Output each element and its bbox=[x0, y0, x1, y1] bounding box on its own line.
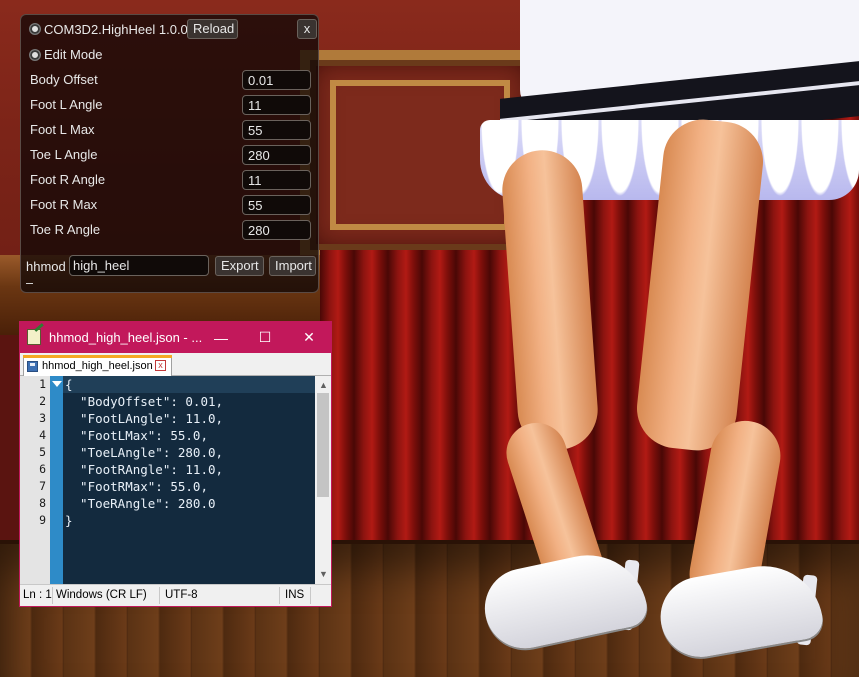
foot-l-angle-input[interactable] bbox=[242, 95, 311, 115]
notepad-titlebar[interactable]: hhmod_high_heel.json - ... — ☐ ✕ bbox=[20, 322, 331, 353]
field-label: Toe R Angle bbox=[30, 222, 101, 237]
edit-mode-toggle[interactable]: Edit Mode bbox=[29, 47, 103, 62]
line-number: 1 bbox=[39, 377, 46, 391]
resize-grip[interactable] bbox=[26, 283, 33, 284]
code-line: 5 "ToeLAngle": 280.0, bbox=[20, 444, 315, 461]
encoding: UTF-8 bbox=[165, 589, 198, 601]
maximize-button[interactable]: ☐ bbox=[243, 322, 287, 353]
window-close-button[interactable]: ✕ bbox=[287, 322, 331, 353]
code-line: 1 { bbox=[20, 376, 315, 393]
field-label: Body Offset bbox=[30, 72, 98, 87]
body-offset-input[interactable] bbox=[242, 70, 311, 90]
tab-hhmod-high-heel-json[interactable]: hhmod_high_heel.json x bbox=[23, 355, 172, 376]
notepad-window-title: hhmod_high_heel.json - ... bbox=[49, 330, 203, 345]
hhmod-label: hhmod bbox=[26, 259, 66, 274]
window-toggle-radio-icon[interactable] bbox=[29, 23, 41, 35]
vertical-scrollbar[interactable]: ▲ ▼ bbox=[315, 376, 331, 584]
import-button[interactable]: Import bbox=[269, 256, 316, 276]
foot-r-max-input[interactable] bbox=[242, 195, 311, 215]
insert-mode: INS bbox=[285, 589, 305, 601]
cursor-position: Ln : 1 bbox=[23, 589, 52, 601]
status-bar: Ln : 1 Windows (CR LF) UTF-8 INS bbox=[20, 584, 331, 606]
tab-close-icon[interactable]: x bbox=[155, 360, 166, 371]
field-label: Foot L Max bbox=[30, 122, 95, 137]
hhmod-name-input[interactable] bbox=[69, 255, 209, 276]
field-row-foot-l-angle: Foot L Angle bbox=[30, 95, 315, 115]
code-text: "FootLAngle": 11.0, bbox=[65, 411, 224, 426]
notepad-tabbar: hhmod_high_heel.json x bbox=[20, 353, 331, 376]
code-line: 7 "FootRMax": 55.0, bbox=[20, 478, 315, 495]
plugin-title[interactable]: COM3D2.HighHeel 1.0.0 bbox=[29, 20, 188, 38]
notepad-window: hhmod_high_heel.json - ... — ☐ ✕ hhmod_h… bbox=[19, 321, 332, 607]
line-number: 9 bbox=[39, 513, 46, 527]
edit-mode-radio-icon[interactable] bbox=[29, 48, 41, 61]
scroll-down-icon[interactable]: ▼ bbox=[319, 569, 328, 579]
line-number: 8 bbox=[39, 496, 46, 510]
field-row-body-offset: Body Offset bbox=[30, 70, 315, 90]
highheel-plugin-window: COM3D2.HighHeel 1.0.0 Reload x Edit Mode… bbox=[20, 14, 319, 293]
field-row-toe-l-angle: Toe L Angle bbox=[30, 145, 315, 165]
foot-l-max-input[interactable] bbox=[242, 120, 311, 140]
field-row-foot-l-max: Foot L Max bbox=[30, 120, 315, 140]
plugin-title-label: COM3D2.HighHeel 1.0.0 bbox=[44, 21, 188, 37]
field-row-toe-r-angle: Toe R Angle bbox=[30, 220, 315, 240]
field-label: Foot L Angle bbox=[30, 97, 103, 112]
edit-mode-label: Edit Mode bbox=[44, 47, 103, 62]
line-number: 6 bbox=[39, 462, 46, 476]
code-editor[interactable]: 1 { 2 "BodyOffset": 0.01, 3 "FootLAngle"… bbox=[20, 376, 331, 584]
field-row-foot-r-max: Foot R Max bbox=[30, 195, 315, 215]
minimize-button[interactable]: — bbox=[199, 322, 243, 353]
code-text: "FootRMax": 55.0, bbox=[65, 479, 208, 494]
code-text: "BodyOffset": 0.01, bbox=[65, 394, 224, 409]
code-text: "ToeLAngle": 280.0, bbox=[65, 445, 224, 460]
code-line: 3 "FootLAngle": 11.0, bbox=[20, 410, 315, 427]
reload-button[interactable]: Reload bbox=[187, 19, 238, 39]
line-number: 4 bbox=[39, 428, 46, 442]
tab-label: hhmod_high_heel.json bbox=[42, 360, 153, 372]
saved-file-icon bbox=[27, 361, 38, 372]
line-ending: Windows (CR LF) bbox=[56, 589, 147, 601]
code-text: "FootLMax": 55.0, bbox=[65, 428, 208, 443]
code-line: 8 "ToeRAngle": 280.0 bbox=[20, 495, 315, 512]
field-label: Foot R Max bbox=[30, 197, 98, 212]
scroll-up-icon[interactable]: ▲ bbox=[319, 380, 328, 390]
code-line: 4 "FootLMax": 55.0, bbox=[20, 427, 315, 444]
close-button[interactable]: x bbox=[297, 19, 317, 39]
active-tab-accent bbox=[23, 355, 172, 358]
toe-r-angle-input[interactable] bbox=[242, 220, 311, 240]
code-text: "FootRAngle": 11.0, bbox=[65, 462, 224, 477]
code-line: 6 "FootRAngle": 11.0, bbox=[20, 461, 315, 478]
code-line: 9 } bbox=[20, 512, 315, 529]
export-button[interactable]: Export bbox=[215, 256, 264, 276]
field-row-foot-r-angle: Foot R Angle bbox=[30, 170, 315, 190]
line-number: 2 bbox=[39, 394, 46, 408]
toe-l-angle-input[interactable] bbox=[242, 145, 311, 165]
field-label: Toe L Angle bbox=[30, 147, 98, 162]
scrollbar-thumb[interactable] bbox=[317, 393, 329, 497]
code-line: 2 "BodyOffset": 0.01, bbox=[20, 393, 315, 410]
code-text: { bbox=[65, 377, 73, 392]
line-number: 5 bbox=[39, 445, 46, 459]
line-number: 7 bbox=[39, 479, 46, 493]
foot-r-angle-input[interactable] bbox=[242, 170, 311, 190]
line-number: 3 bbox=[39, 411, 46, 425]
code-text: "ToeRAngle": 280.0 bbox=[65, 496, 216, 511]
code-text: } bbox=[65, 513, 73, 528]
field-label: Foot R Angle bbox=[30, 172, 106, 187]
notepad-app-icon bbox=[27, 329, 41, 345]
